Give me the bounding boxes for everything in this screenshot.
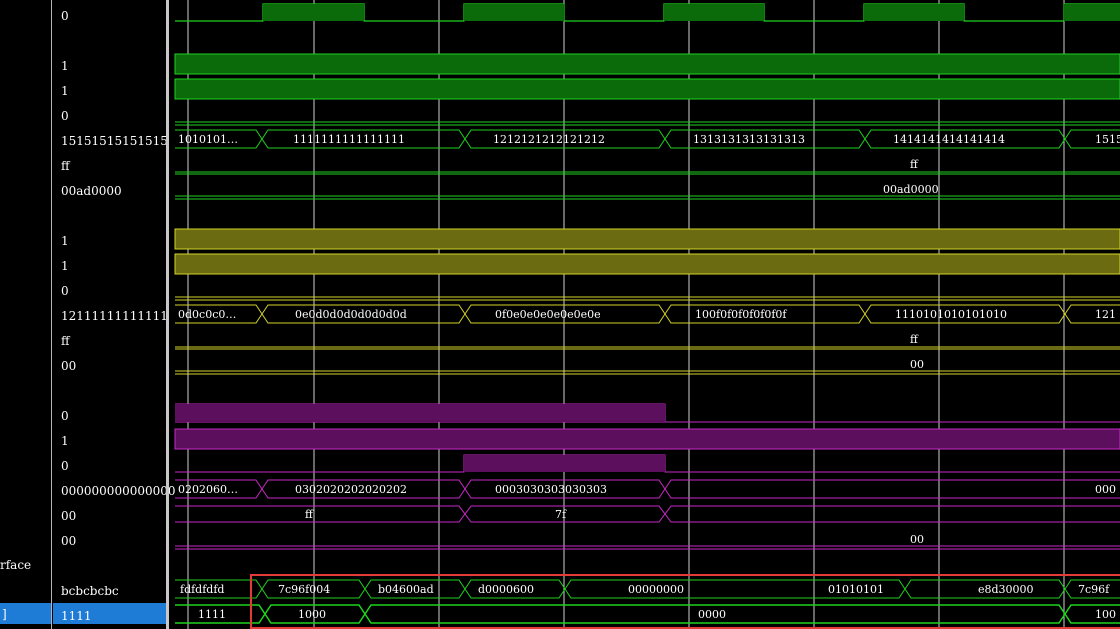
green-bus-value-2: 1212121212121212 [493,133,605,146]
green-bus-value-1: 1111111111111111 [293,133,405,146]
yellow-low-signal[interactable] [175,296,1120,301]
yellow-bus-value-3: 100f0f0f0f0f0f0f [695,308,787,321]
green-low-signal[interactable] [175,121,1120,126]
yellow-00-label: 00 [910,358,924,371]
magenta-00-label: 00 [910,533,924,546]
magenta-signal-3-fill [464,455,665,472]
green-high-signal-2[interactable] [174,78,1120,100]
value-row-11[interactable]: ff [61,334,70,348]
magenta-bus-value-2: 0003030303030303 [495,483,607,496]
value-row-8[interactable]: 1 [61,259,69,273]
green-addr-label: 00ad0000 [883,183,939,196]
value-row-12[interactable]: 00 [61,359,76,373]
bottom-bus-value-6: e8d30000 [978,583,1034,596]
signal-name-interface[interactable]: rface [0,558,31,572]
green-bus-value-5: 1515 [1095,133,1120,146]
value-row-5[interactable]: ff [61,159,70,173]
magenta-ff-bus[interactable] [175,505,1120,523]
value-row-0[interactable]: 0 [61,9,69,23]
value-row-3[interactable]: 0 [61,109,69,123]
green-ff-bus[interactable] [175,171,1120,175]
bottom-sel-value-3: 100 [1095,608,1116,621]
bottom-bus-value-2: b04600ad [378,583,434,596]
green-bus-value-3: 1313131313131313 [693,133,805,146]
green-bus-value-4: 1414141414141414 [893,133,1005,146]
green-ff-label: ff [910,158,919,171]
magenta-signal-1-fill [175,404,665,422]
value-row-1[interactable]: 1 [61,59,69,73]
bottom-sel-value-0: 1111 [198,608,226,621]
value-row-18[interactable]: 00 [61,534,76,548]
value-row-4[interactable]: 15151515151515 [61,134,168,148]
magenta-high-signal[interactable] [174,428,1120,450]
yellow-bus-value-5: 121 [1095,308,1116,321]
signal-value-column: 0 1 1 0 15151515151515 ff 00ad0000 1 1 0… [53,0,176,629]
value-row-7[interactable]: 1 [61,234,69,248]
value-row-9[interactable]: 0 [61,284,69,298]
green-high-signal-1[interactable] [174,53,1120,75]
value-row-15[interactable]: 0 [61,459,69,473]
selected-name-row[interactable]: ] [0,603,52,624]
magenta-00-bus[interactable] [175,545,1120,550]
clock-high-fill [263,4,1120,21]
signal-name-column: rface ] [0,0,52,629]
bottom-bus-value-7: 7c96f [1078,583,1110,596]
value-row-2[interactable]: 1 [61,84,69,98]
bottom-bus-value-5: 01010101 [828,583,884,596]
signal-name-selected: ] [2,607,7,621]
bottom-bus-value-0: fdfdfdfd [180,583,224,596]
value-row-13[interactable]: 0 [61,409,69,423]
bottom-bus-value-3: d0000600 [478,583,534,596]
yellow-ff-label: ff [910,333,919,346]
magenta-bus-value-3: 000 [1095,483,1116,496]
yellow-high-signal-2[interactable] [174,253,1120,275]
yellow-00-bus[interactable] [175,370,1120,375]
bottom-bus-value-4: 00000000 [628,583,684,596]
yellow-bus-value-2: 0f0e0e0e0e0e0e0e [495,308,601,321]
yellow-bus-value-0: 0d0c0c0… [178,308,236,321]
name-value-divider[interactable] [51,0,52,629]
yellow-high-signal-1[interactable] [174,228,1120,250]
yellow-ff-bus[interactable] [175,346,1120,350]
bottom-sel-value-1: 1000 [298,608,326,621]
magenta-ff-label-1: 7f [555,508,567,521]
value-row-6[interactable]: 00ad0000 [61,184,122,198]
value-row-16[interactable]: 000000000000000 [61,484,176,498]
value-row-17[interactable]: 00 [61,509,76,523]
magenta-bus-value-0: 0202060… [178,483,238,496]
value-row-20[interactable]: 1111 [61,609,92,623]
magenta-bus-value-1: 0302020202020202 [295,483,407,496]
value-row-19[interactable]: bcbcbcbc [61,584,119,598]
value-wave-divider[interactable] [166,0,169,629]
value-row-14[interactable]: 1 [61,434,69,448]
yellow-bus-value-1: 0e0d0d0d0d0d0d0d [295,308,407,321]
value-row-10[interactable]: 12111111111111 [61,309,168,323]
green-addr-bus[interactable] [175,195,1120,200]
bottom-sel-value-2: 0000 [698,608,726,621]
bottom-bus-value-1: 7c96f004 [278,583,330,596]
waveform-pane[interactable]: 1010101… 1111111111111111 12121212121212… [170,0,1120,629]
yellow-bus-value-4: 1110101010101010 [895,308,1007,321]
magenta-ff-label-0: ff [305,508,314,521]
green-bus-value-0: 1010101… [178,133,238,146]
